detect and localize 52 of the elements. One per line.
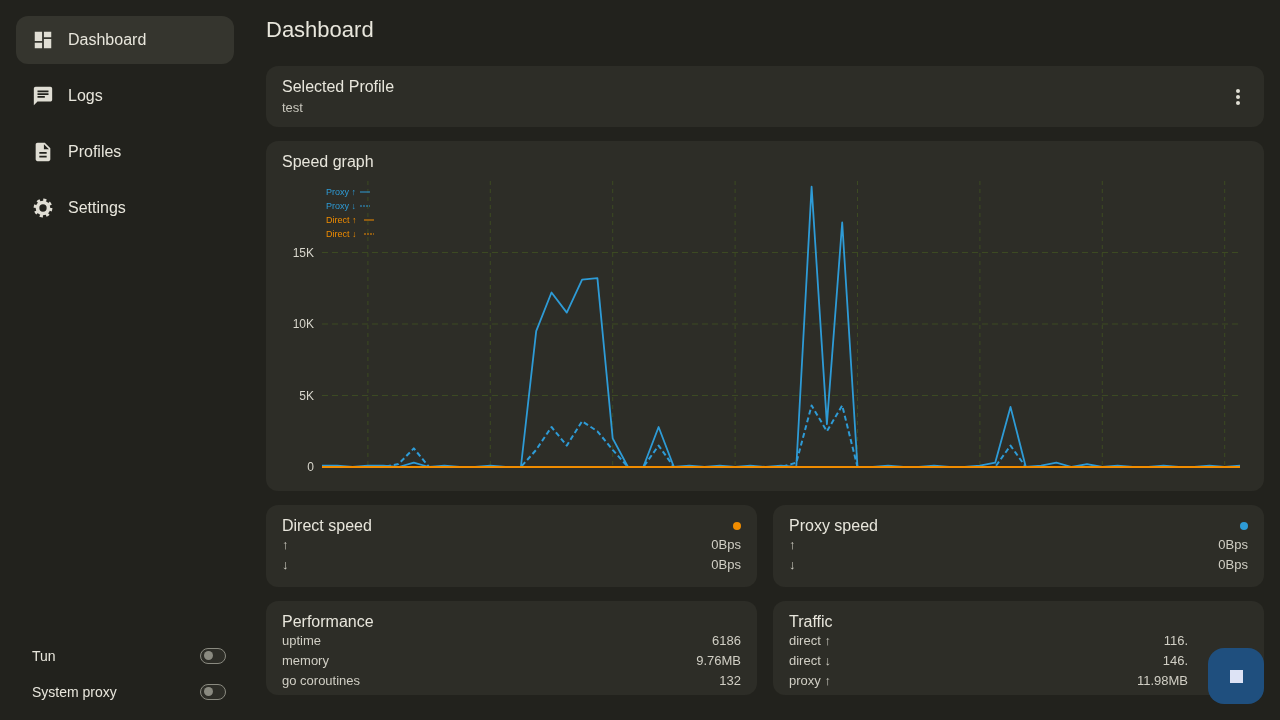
- row-value: 11.98MB: [1136, 672, 1188, 690]
- legend-item: Direct ↓: [326, 229, 375, 239]
- row-value: 0Bps: [1218, 536, 1248, 554]
- row-value: 0Bps: [711, 556, 741, 574]
- card-title: Speed graph: [282, 153, 375, 171]
- row-label: memory: [282, 652, 329, 670]
- row-label: ↓: [282, 556, 289, 574]
- y-tick-label: 0: [307, 460, 314, 474]
- row-value: 6186: [712, 632, 741, 650]
- toggle-switch[interactable]: [200, 648, 226, 664]
- y-tick-label: 10K: [292, 317, 314, 331]
- toggle-label: Tun: [32, 648, 56, 664]
- page-title: Dashboard: [266, 17, 374, 43]
- card-title: Selected Profile: [282, 78, 395, 96]
- legend-item: Proxy ↓: [326, 201, 371, 211]
- nav-item[interactable]: Settings: [16, 184, 234, 232]
- legend-label: Direct ↓: [326, 229, 357, 239]
- y-tick-label: 15K: [292, 245, 314, 260]
- legend-label: Proxy ↓: [326, 201, 357, 211]
- toggle-switch[interactable]: [200, 684, 226, 700]
- profile-name: test: [282, 100, 304, 115]
- row-value: 9.76MB: [696, 652, 741, 670]
- legend-label: Direct ↑: [326, 215, 357, 225]
- toggle-label: System proxy: [32, 684, 117, 700]
- row-label: ↑: [282, 536, 289, 554]
- settings-icon: [32, 197, 54, 219]
- nav-item[interactable]: Profiles: [16, 128, 234, 176]
- stop-button[interactable]: [1208, 648, 1264, 704]
- legend-item: Proxy ↑: [326, 187, 371, 197]
- y-tick-label: 5K: [299, 388, 314, 403]
- row-value: 0Bps: [711, 536, 741, 554]
- card-title: Direct speed: [282, 517, 372, 535]
- row-value: 116.: [1163, 632, 1188, 650]
- legend-item: Direct ↑: [326, 215, 375, 225]
- chat-icon: [32, 85, 54, 107]
- row-value: 0Bps: [1218, 556, 1248, 574]
- nav-item[interactable]: Logs: [16, 72, 234, 120]
- row-label: go coroutines: [282, 672, 361, 690]
- row-value: 132: [719, 672, 741, 690]
- row-label: proxy ↑: [789, 672, 831, 690]
- row-label: uptime: [282, 632, 322, 650]
- nav-item[interactable]: Dashboard: [16, 16, 234, 64]
- card-title: Performance: [282, 613, 375, 631]
- card-title: Proxy speed: [789, 517, 878, 535]
- row-label: direct ↓: [789, 652, 831, 670]
- dashboard-icon: [32, 29, 54, 51]
- row-label: ↓: [789, 556, 796, 574]
- row-value: 146.: [1162, 652, 1188, 670]
- legend-label: Proxy ↑: [326, 187, 357, 197]
- card-title: Traffic: [789, 613, 834, 631]
- row-label: direct ↑: [789, 632, 831, 650]
- row-label: ↑: [789, 536, 796, 554]
